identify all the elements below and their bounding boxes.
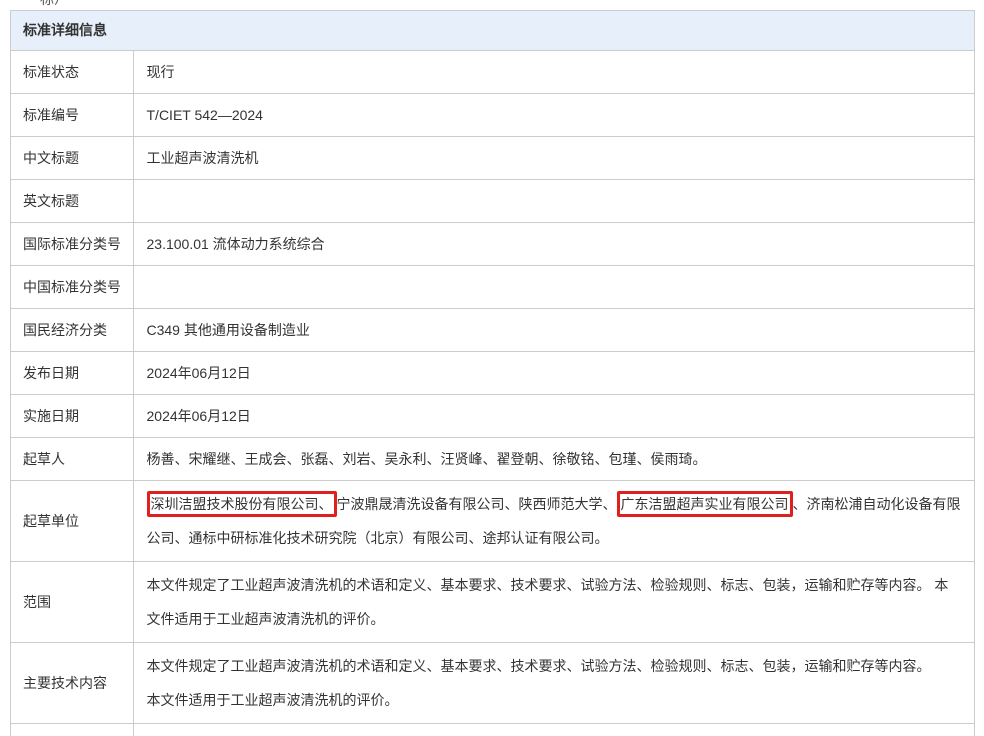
row-value: 杨善、宋耀继、王成会、张磊、刘岩、吴永利、汪贤峰、翟登朝、徐敬铭、包瑾、侯雨琦。: [133, 438, 974, 481]
table-row: 标准状态现行: [11, 51, 974, 94]
row-value: 现行: [133, 51, 974, 94]
row-value: 2024年06月12日: [133, 352, 974, 395]
row-label: 标准状态: [11, 51, 133, 94]
table-row: 标准编号T/CIET 542—2024: [11, 94, 974, 137]
row-label: 标准编号: [11, 94, 133, 137]
row-label: 发布日期: [11, 352, 133, 395]
table-row: 主要技术内容本文件规定了工业超声波清洗机的术语和定义、基本要求、技术要求、试验方…: [11, 643, 974, 724]
row-label: 起草单位: [11, 481, 133, 562]
row-label: 范围: [11, 562, 133, 643]
table-row: 起草人杨善、宋耀继、王成会、张磊、刘岩、吴永利、汪贤峰、翟登朝、徐敬铭、包瑾、侯…: [11, 438, 974, 481]
row-label: 国民经济分类: [11, 309, 133, 352]
table-row: 实施日期2024年06月12日: [11, 395, 974, 438]
row-value: C349 其他通用设备制造业: [133, 309, 974, 352]
row-label: 英文标题: [11, 180, 133, 223]
clipped-top-text: 标）: [40, 0, 110, 7]
table-row: 发布日期2024年06月12日: [11, 352, 974, 395]
table-row: 英文标题: [11, 180, 974, 223]
org-text-segment: 宁波鼎晟清洗设备有限公司、陕西师范大学、: [337, 496, 617, 512]
row-value: 工业超声波清洗机: [133, 137, 974, 180]
value-paragraph: 本文件适用于工业超声波清洗机的评价。: [147, 683, 963, 717]
red-highlight-box: 深圳洁盟技术股份有限公司、: [147, 491, 337, 517]
table-row: [11, 724, 974, 736]
clipped-top-text-glyphs: 标）: [40, 0, 110, 7]
table-row: 中文标题工业超声波清洗机: [11, 137, 974, 180]
row-value: [133, 724, 974, 736]
row-label: 实施日期: [11, 395, 133, 438]
row-label: 中国标准分类号: [11, 266, 133, 309]
row-value: T/CIET 542—2024: [133, 94, 974, 137]
table-row: 中国标准分类号: [11, 266, 974, 309]
row-value: 深圳洁盟技术股份有限公司、宁波鼎晟清洗设备有限公司、陕西师范大学、广东洁盟超声实…: [133, 481, 974, 562]
value-paragraph: 本文件规定了工业超声波清洗机的术语和定义、基本要求、技术要求、试验方法、检验规则…: [147, 568, 963, 636]
standard-detail-panel: 标准详细信息 标准状态现行标准编号T/CIET 542—2024中文标题工业超声…: [10, 10, 975, 736]
drafting-orgs-text: 深圳洁盟技术股份有限公司、宁波鼎晟清洗设备有限公司、陕西师范大学、广东洁盟超声实…: [147, 487, 963, 555]
detail-table-body: 标准状态现行标准编号T/CIET 542—2024中文标题工业超声波清洗机英文标…: [11, 51, 974, 736]
panel-title: 标准详细信息: [11, 11, 974, 50]
row-label: 中文标题: [11, 137, 133, 180]
row-value: 2024年06月12日: [133, 395, 974, 438]
row-value: [133, 266, 974, 309]
row-label: [11, 724, 133, 736]
value-paragraph: 本文件规定了工业超声波清洗机的术语和定义、基本要求、技术要求、试验方法、检验规则…: [147, 649, 963, 683]
table-row: 国民经济分类C349 其他通用设备制造业: [11, 309, 974, 352]
row-label: 国际标准分类号: [11, 223, 133, 266]
row-value: [133, 180, 974, 223]
red-highlight-box: 广东洁盟超声实业有限公司: [617, 491, 793, 517]
table-row: 起草单位深圳洁盟技术股份有限公司、宁波鼎晟清洗设备有限公司、陕西师范大学、广东洁…: [11, 481, 974, 562]
row-label: 主要技术内容: [11, 643, 133, 724]
row-label: 起草人: [11, 438, 133, 481]
row-value: 23.100.01 流体动力系统综合: [133, 223, 974, 266]
table-row: 范围本文件规定了工业超声波清洗机的术语和定义、基本要求、技术要求、试验方法、检验…: [11, 562, 974, 643]
row-value: 本文件规定了工业超声波清洗机的术语和定义、基本要求、技术要求、试验方法、检验规则…: [133, 643, 974, 724]
row-value: 本文件规定了工业超声波清洗机的术语和定义、基本要求、技术要求、试验方法、检验规则…: [133, 562, 974, 643]
table-row: 国际标准分类号23.100.01 流体动力系统综合: [11, 223, 974, 266]
detail-table: 标准状态现行标准编号T/CIET 542—2024中文标题工业超声波清洗机英文标…: [11, 50, 974, 736]
